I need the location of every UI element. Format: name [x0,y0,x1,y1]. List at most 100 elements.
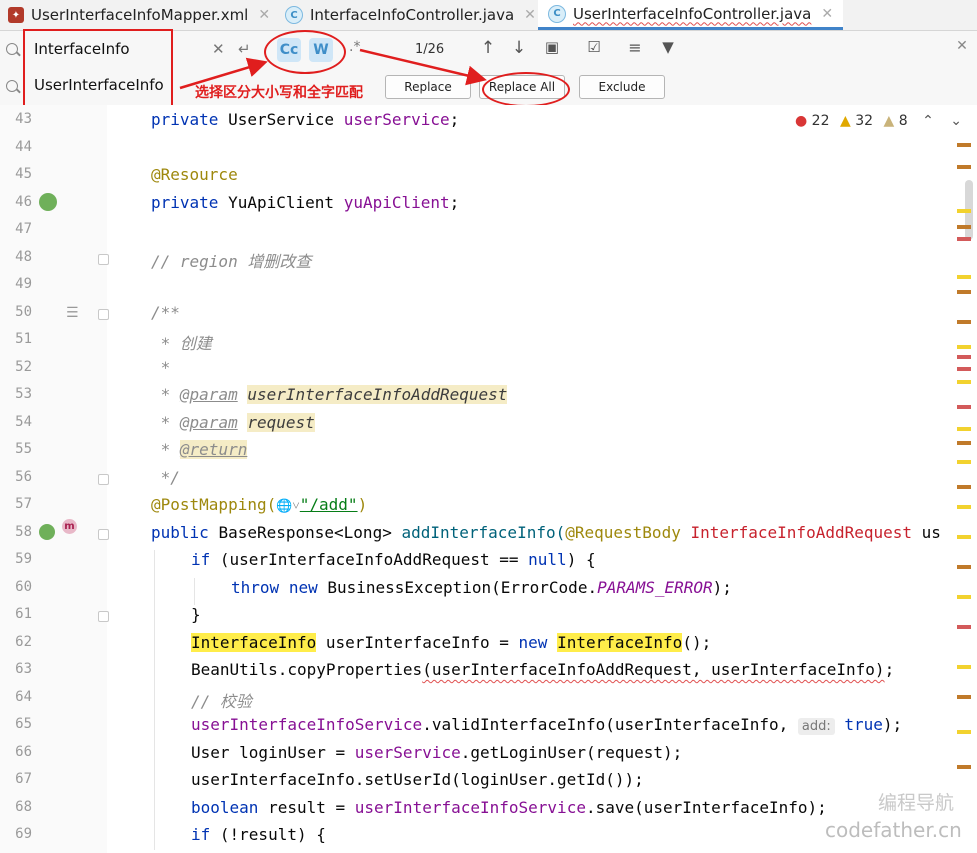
line-number: 48 [15,249,32,265]
annotation-arrows [179,48,487,90]
code-comment: */ [151,468,180,487]
stripe-mark[interactable] [957,355,971,359]
stripe-mark[interactable] [957,367,971,371]
line-number: 52 [15,359,32,375]
code-line: @PostMapping(🌐˅"/add") [151,495,368,514]
search-match: InterfaceInfo [191,633,317,652]
code-comment: * [151,358,171,377]
line-number: 59 [15,551,32,567]
stripe-mark[interactable] [957,695,971,699]
stripe-mark[interactable] [957,535,971,539]
line-number: 62 [15,634,32,650]
parameter-hint: add: [797,718,835,735]
line-number: 57 [15,496,32,512]
stripe-mark[interactable] [957,275,971,279]
stripe-mark[interactable] [957,320,971,324]
line-number: 69 [15,826,32,842]
globe-icon: 🌐˅ [276,499,300,514]
stripe-mark[interactable] [957,565,971,569]
stripe-mark[interactable] [957,290,971,294]
stripe-mark[interactable] [957,441,971,445]
line-number: 58 [15,524,32,540]
code-line: @Resource [151,165,238,184]
stripe-mark[interactable] [957,485,971,489]
line-number: 53 [15,386,32,402]
line-number: 65 [15,716,32,732]
render-doc-icon[interactable]: ☰ [66,305,79,321]
stripe-mark[interactable] [957,237,971,241]
stripe-mark[interactable] [957,595,971,599]
code-line: if (userInterfaceInfoAddRequest == null)… [191,550,596,569]
indent-guide [194,578,195,605]
annotation-text: 选择区分大小写和全字匹配 [195,85,363,101]
inspections-widget[interactable]: ● 22 ▲ 32 ▲ 8 ⌃ ⌄ [795,113,962,129]
stripe-mark[interactable] [957,765,971,769]
code-line: InterfaceInfo userInterfaceInfo = new In… [191,633,712,652]
indent-guide [154,550,155,850]
line-number: 43 [15,111,32,127]
stripe-mark[interactable] [957,625,971,629]
code-line: public BaseResponse<Long> addInterfaceIn… [151,523,941,542]
search-match: InterfaceInfo [557,633,683,652]
code-line: boolean result = userInterfaceInfoServic… [191,798,827,817]
fold-marker[interactable] [98,529,109,540]
line-number: 50 [15,304,32,320]
stripe-mark[interactable] [957,460,971,464]
code-line: userInterfaceInfoService.validInterfaceI… [191,715,903,735]
weak-warning-count: 8 [898,113,908,129]
line-number: 64 [15,689,32,705]
watermark-title: 编程导航 [878,792,955,814]
stripe-mark[interactable] [957,427,971,431]
spring-bean-icon[interactable] [39,193,57,211]
stripe-mark[interactable] [957,165,971,169]
warning-count: 32 [855,113,874,129]
stripe-mark[interactable] [957,665,971,669]
error-icon: ● [795,113,808,129]
stripe-mark[interactable] [957,505,971,509]
line-number: 60 [15,579,32,595]
line-number: 49 [15,276,32,292]
code-line: private UserService userService; [151,110,460,129]
stripe-mark[interactable] [957,730,971,734]
line-number: 54 [15,414,32,430]
line-number: 47 [15,221,32,237]
line-number: 61 [15,606,32,622]
stripe-mark[interactable] [957,345,971,349]
line-number: 45 [15,166,32,182]
line-number: 68 [15,799,32,815]
warning-icon: ▲ [839,113,851,129]
error-count: 22 [811,113,830,129]
watermark-domain: codefather.cn [825,818,962,842]
code-comment: * 创建 [151,334,212,353]
line-number: 63 [15,661,32,677]
fold-marker[interactable] [98,309,109,320]
line-number: 51 [15,331,32,347]
code-line: } [191,605,201,624]
fold-marker[interactable] [98,254,109,265]
fold-marker[interactable] [98,611,109,622]
endpoint-icon[interactable]: m [62,519,77,534]
code-line: BeanUtils.copyProperties(userInterfaceIn… [191,660,895,679]
code-line: throw new BusinessException(ErrorCode.PA… [231,578,732,597]
fold-marker[interactable] [98,474,109,485]
line-number: 56 [15,469,32,485]
stripe-mark[interactable] [957,405,971,409]
stripe-mark[interactable] [957,380,971,384]
chevron-up-icon[interactable]: ⌃ [922,113,934,129]
line-number: 46 [15,194,32,210]
code-comment: // region 增删改查 [151,252,312,271]
code-comment: // 校验 [191,692,252,711]
line-number: 66 [15,744,32,760]
stripe-mark[interactable] [957,143,971,147]
line-number: 55 [15,441,32,457]
chevron-down-icon[interactable]: ⌄ [950,113,962,129]
code-comment: /** [151,303,180,322]
stripe-mark[interactable] [957,209,971,213]
stripe-mark[interactable] [957,225,971,229]
line-number: 44 [15,139,32,155]
spring-bean-icon[interactable] [39,524,55,540]
code-editor[interactable]: 43 44 45 46 47 48 49 50 51 52 53 54 55 5… [0,105,977,853]
line-number: 67 [15,771,32,787]
code-line: userInterfaceInfo.setUserId(loginUser.ge… [191,770,644,789]
code-doc-line: * @param userInterfaceInfoAddRequest [151,385,508,404]
